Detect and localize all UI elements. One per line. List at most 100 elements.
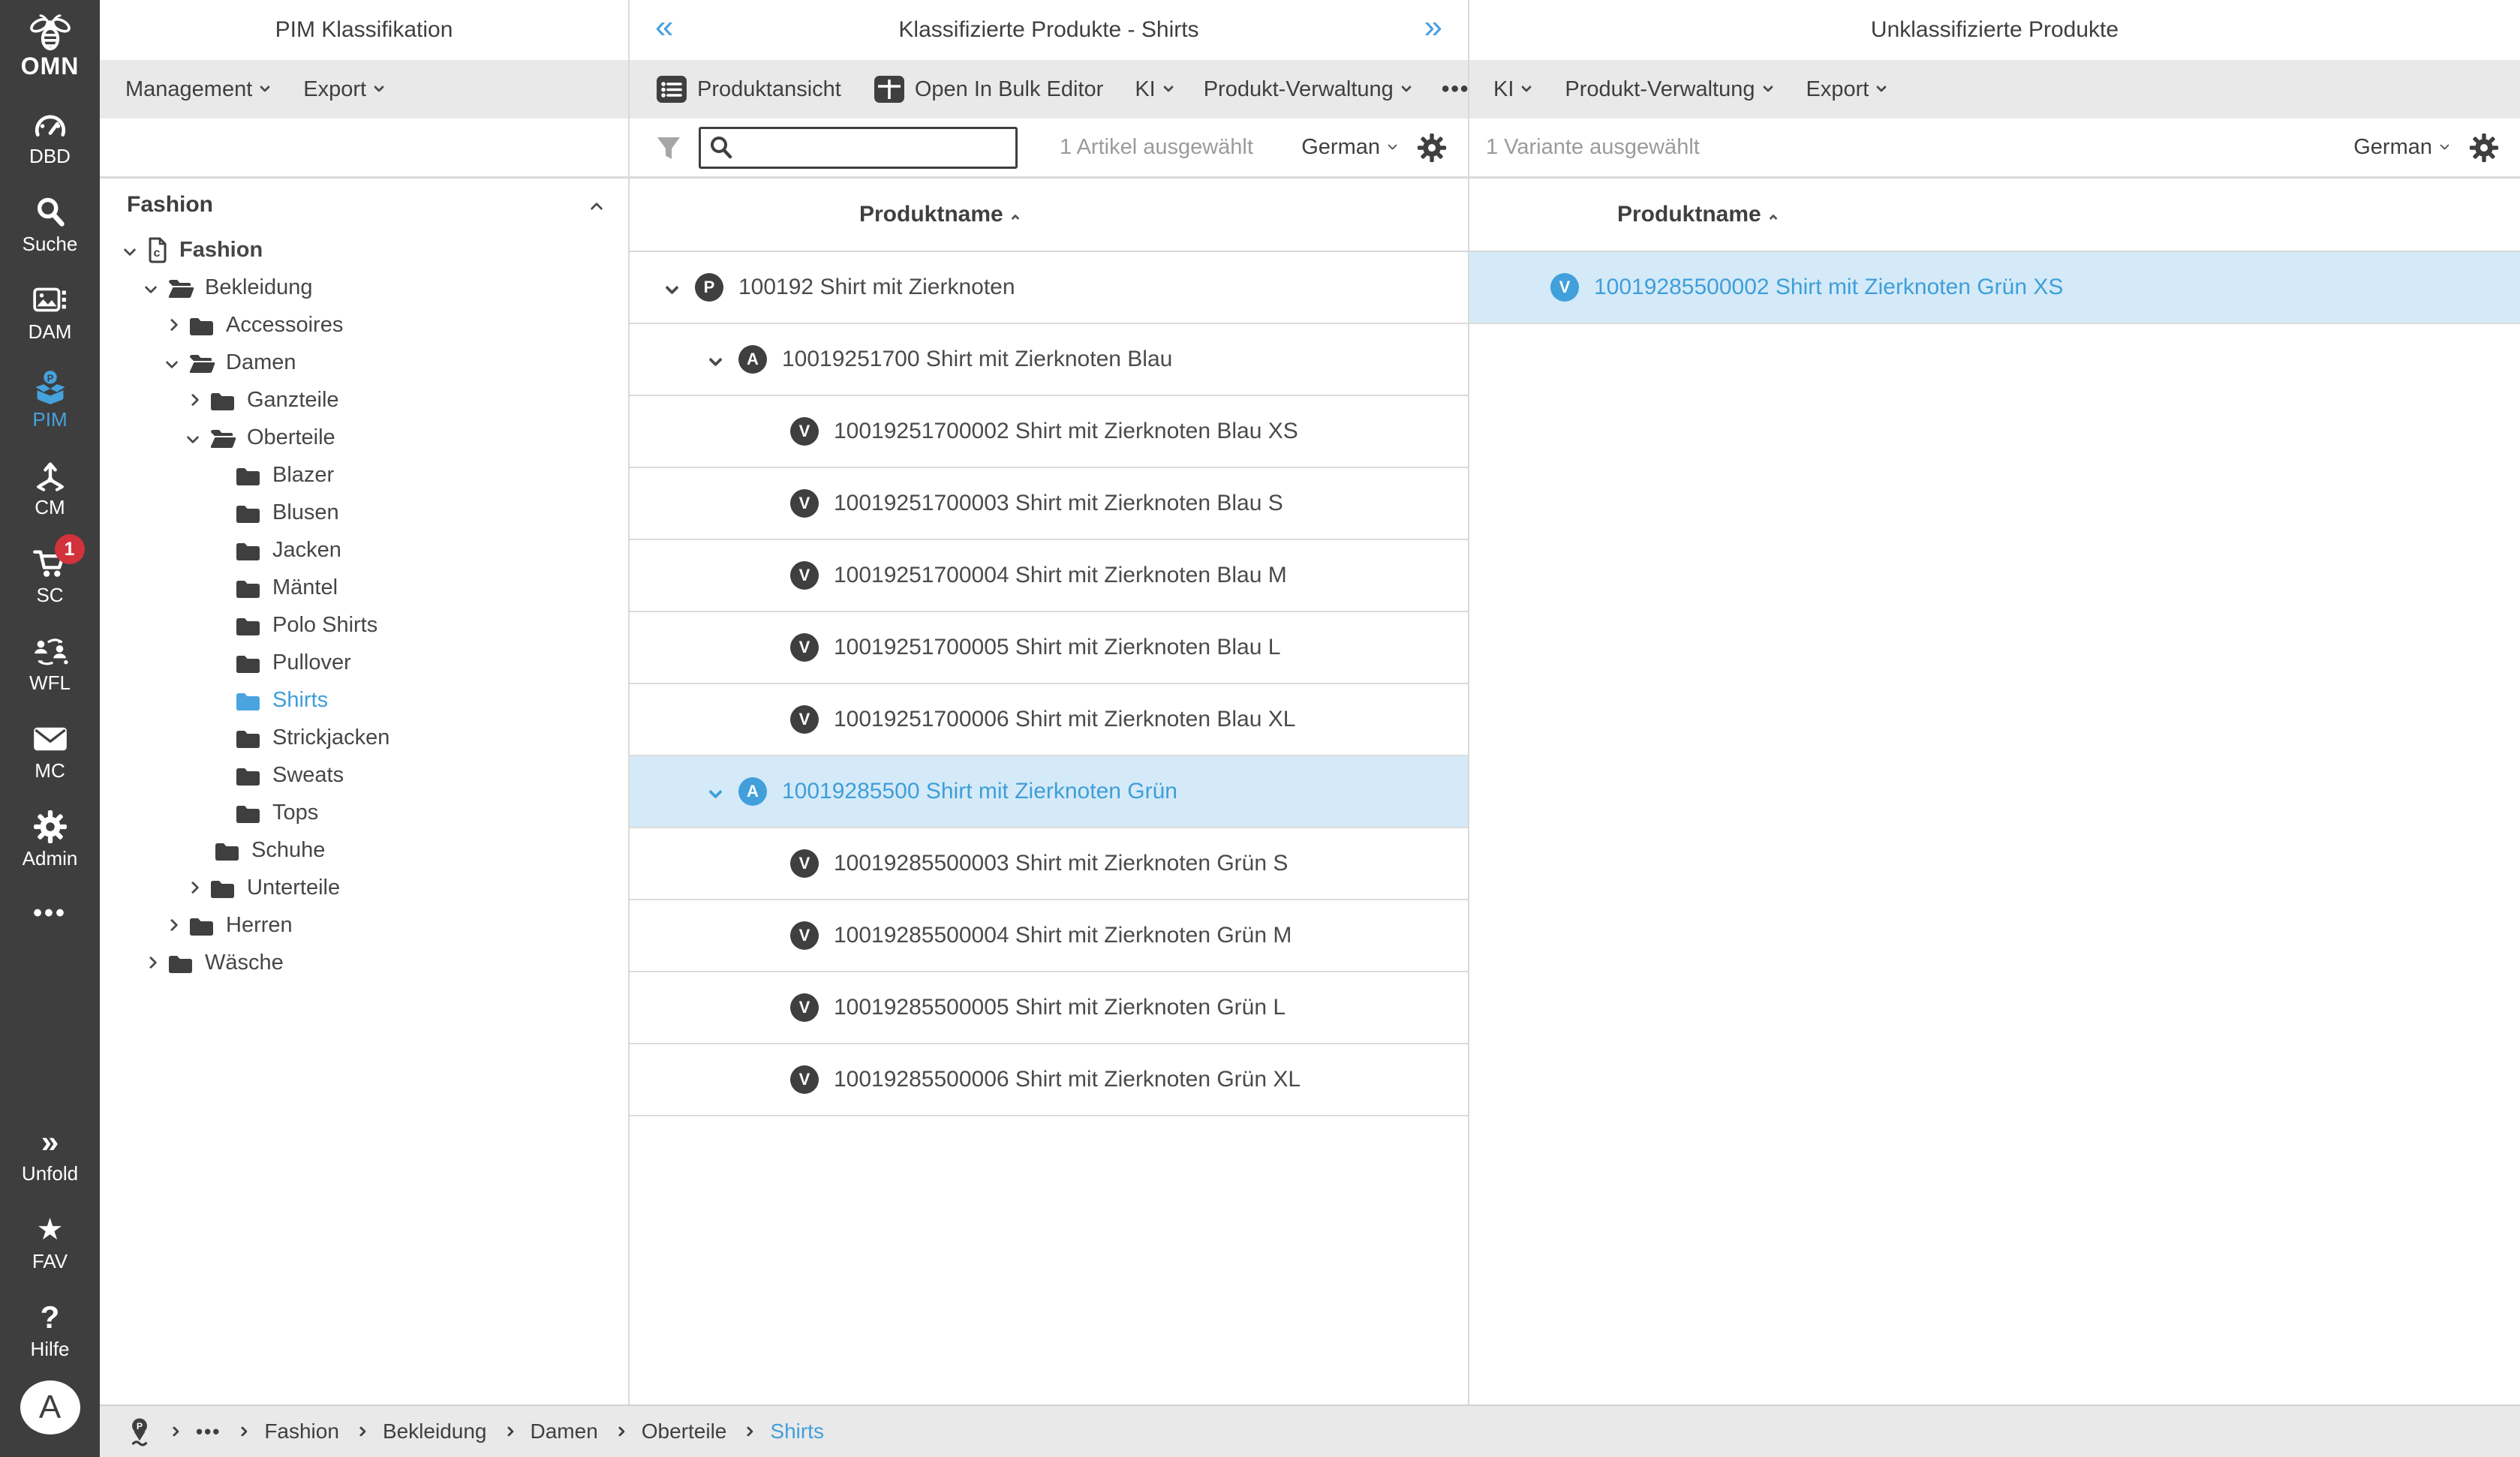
collapse-panel-left-button[interactable]: « bbox=[655, 11, 673, 44]
search-input[interactable] bbox=[734, 129, 1017, 167]
ki-menu-button[interactable]: KI bbox=[1493, 77, 1530, 102]
collapsed-chevron-icon[interactable] bbox=[166, 319, 179, 332]
tree-node-strickjacken[interactable]: Strickjacken bbox=[100, 719, 628, 756]
search-icon bbox=[708, 135, 734, 161]
table-row[interactable]: V 10019285500005 Shirt mit Zierknoten Gr… bbox=[630, 972, 1468, 1044]
ki-menu-button[interactable]: KI bbox=[1135, 77, 1171, 102]
table-row[interactable]: V 10019285500006 Shirt mit Zierknoten Gr… bbox=[630, 1044, 1468, 1116]
expand-chevron-icon[interactable] bbox=[708, 353, 722, 366]
sidebar-item-fav[interactable]: ★ FAV bbox=[0, 1211, 100, 1273]
table-row[interactable]: V 10019251700004 Shirt mit Zierknoten Bl… bbox=[630, 540, 1468, 612]
table-row[interactable]: V 10019251700002 Shirt mit Zierknoten Bl… bbox=[630, 396, 1468, 468]
breadcrumb-more-button[interactable]: ••• bbox=[196, 1420, 221, 1443]
breadcrumb-item-damen[interactable]: Damen bbox=[531, 1419, 598, 1443]
tree-node-tops[interactable]: Tops bbox=[100, 794, 628, 831]
sidebar-item-mc[interactable]: MC bbox=[0, 720, 100, 783]
settings-gear-icon[interactable] bbox=[1417, 133, 1447, 163]
table-row[interactable]: V 10019285500003 Shirt mit Zierknoten Gr… bbox=[630, 828, 1468, 900]
tree-node-maentel[interactable]: Mäntel bbox=[100, 569, 628, 606]
table-row[interactable]: V 10019251700005 Shirt mit Zierknoten Bl… bbox=[630, 612, 1468, 684]
tree-node-oberteile[interactable]: Oberteile bbox=[100, 419, 628, 456]
tree-node-ganzteile[interactable]: Ganzteile bbox=[100, 381, 628, 419]
tree-node-blusen[interactable]: Blusen bbox=[100, 494, 628, 531]
table-row[interactable]: A 10019251700 Shirt mit Zierknoten Blau bbox=[630, 324, 1468, 396]
tree-node-pullover[interactable]: Pullover bbox=[100, 644, 628, 681]
tree-node-polo-shirts[interactable]: Polo Shirts bbox=[100, 606, 628, 644]
sidebar-item-wfl[interactable]: WFL bbox=[0, 632, 100, 695]
chevron-down-icon bbox=[374, 82, 384, 92]
export-menu-button[interactable]: Export bbox=[1806, 77, 1886, 102]
sidebar-item-label: DAM bbox=[29, 320, 72, 344]
expand-chevron-icon[interactable] bbox=[665, 281, 678, 294]
collapse-chevron-icon[interactable] bbox=[591, 203, 603, 215]
tree-node-blazer[interactable]: Blazer bbox=[100, 456, 628, 494]
classification-pin-icon[interactable]: P bbox=[127, 1416, 152, 1446]
omn-logo[interactable]: OMN bbox=[21, 12, 80, 80]
expand-chevron-icon[interactable] bbox=[187, 431, 200, 444]
folder-icon bbox=[209, 876, 236, 899]
filter-funnel-icon[interactable] bbox=[655, 134, 682, 161]
sidebar-item-hilfe[interactable]: ? Hilfe bbox=[0, 1299, 100, 1361]
collapsed-chevron-icon[interactable] bbox=[145, 957, 158, 969]
produktname-column-header[interactable]: Produktname bbox=[859, 179, 1018, 251]
sidebar-item-unfold[interactable]: » Unfold bbox=[0, 1123, 100, 1185]
expand-chevron-icon[interactable] bbox=[124, 244, 137, 257]
more-actions-button[interactable]: ••• bbox=[1442, 77, 1470, 102]
open-in-bulk-editor-button[interactable]: Open In Bulk Editor bbox=[873, 73, 1103, 106]
breadcrumb-item-fashion[interactable]: Fashion bbox=[264, 1419, 339, 1443]
produkt-verwaltung-menu-button[interactable]: Produkt-Verwaltung bbox=[1565, 77, 1771, 102]
table-row[interactable]: V 10019251700006 Shirt mit Zierknoten Bl… bbox=[630, 684, 1468, 756]
settings-gear-icon[interactable] bbox=[2469, 133, 2499, 163]
export-menu-button[interactable]: Export bbox=[303, 77, 383, 102]
folder-icon bbox=[235, 764, 262, 786]
selection-status: 1 Artikel ausgewählt bbox=[1060, 135, 1253, 160]
collapsed-chevron-icon[interactable] bbox=[166, 919, 179, 932]
article-badge: A bbox=[738, 777, 767, 806]
tree-node-damen[interactable]: Damen bbox=[100, 344, 628, 381]
produkt-verwaltung-menu-button[interactable]: Produkt-Verwaltung bbox=[1204, 77, 1410, 102]
sidebar-item-dbd[interactable]: DBD bbox=[0, 106, 100, 168]
language-selector[interactable]: German bbox=[2353, 135, 2448, 160]
tree-header[interactable]: Fashion bbox=[100, 179, 628, 231]
produktansicht-button[interactable]: Produktansicht bbox=[655, 73, 841, 106]
table-row[interactable]: P 100192 Shirt mit Zierknoten bbox=[630, 252, 1468, 324]
collapsed-chevron-icon[interactable] bbox=[187, 394, 200, 407]
sidebar-item-admin[interactable]: Admin bbox=[0, 808, 100, 870]
breadcrumb-item-shirts[interactable]: Shirts bbox=[770, 1419, 824, 1443]
tree-node-herren[interactable]: Herren bbox=[100, 906, 628, 944]
middle-toolbar: Produktansicht Open In Bulk Editor KI bbox=[630, 60, 1468, 119]
table-row-selected[interactable]: V 10019285500002 Shirt mit Zierknoten Gr… bbox=[1469, 252, 2520, 324]
tree-node-jacken[interactable]: Jacken bbox=[100, 531, 628, 569]
expand-panel-right-button[interactable]: » bbox=[1424, 11, 1442, 44]
sidebar-more-icon[interactable]: ••• bbox=[33, 899, 67, 928]
tree-node-fashion[interactable]: c Fashion bbox=[100, 231, 628, 269]
expand-chevron-icon[interactable] bbox=[708, 785, 722, 798]
sidebar-item-dam[interactable]: DAM bbox=[0, 281, 100, 344]
tree-node-schuhe[interactable]: Schuhe bbox=[100, 831, 628, 869]
produktname-column-header[interactable]: Produktname bbox=[1617, 179, 1776, 251]
avatar[interactable]: A bbox=[20, 1380, 80, 1434]
tree-node-sweats[interactable]: Sweats bbox=[100, 756, 628, 794]
management-menu-button[interactable]: Management bbox=[125, 77, 269, 102]
sidebar-item-cm[interactable]: CM bbox=[0, 457, 100, 519]
tree-node-waesche[interactable]: Wäsche bbox=[100, 944, 628, 981]
tree-node-unterteile[interactable]: Unterteile bbox=[100, 869, 628, 906]
collapsed-chevron-icon[interactable] bbox=[187, 882, 200, 894]
list-view-icon bbox=[655, 73, 688, 106]
sidebar-item-label: CM bbox=[35, 496, 65, 519]
sidebar-item-suche[interactable]: Suche bbox=[0, 194, 100, 256]
table-row[interactable]: V 10019251700003 Shirt mit Zierknoten Bl… bbox=[630, 468, 1468, 540]
table-row[interactable]: V 10019285500004 Shirt mit Zierknoten Gr… bbox=[630, 900, 1468, 972]
breadcrumb-item-bekleidung[interactable]: Bekleidung bbox=[383, 1419, 487, 1443]
doc-glyph: c bbox=[154, 247, 161, 260]
tree-node-accessoires[interactable]: Accessoires bbox=[100, 306, 628, 344]
breadcrumb-item-oberteile[interactable]: Oberteile bbox=[642, 1419, 727, 1443]
language-selector[interactable]: German bbox=[1301, 135, 1396, 160]
table-row-selected[interactable]: A 10019285500 Shirt mit Zierknoten Grün bbox=[630, 756, 1468, 828]
tree-node-bekleidung[interactable]: Bekleidung bbox=[100, 269, 628, 306]
expand-chevron-icon[interactable] bbox=[145, 281, 158, 294]
expand-chevron-icon[interactable] bbox=[166, 356, 179, 369]
tree-node-shirts-selected[interactable]: Shirts bbox=[100, 681, 628, 719]
sidebar-item-sc[interactable]: 1 SC bbox=[0, 545, 100, 607]
sidebar-item-pim[interactable]: P PIM bbox=[0, 369, 100, 431]
